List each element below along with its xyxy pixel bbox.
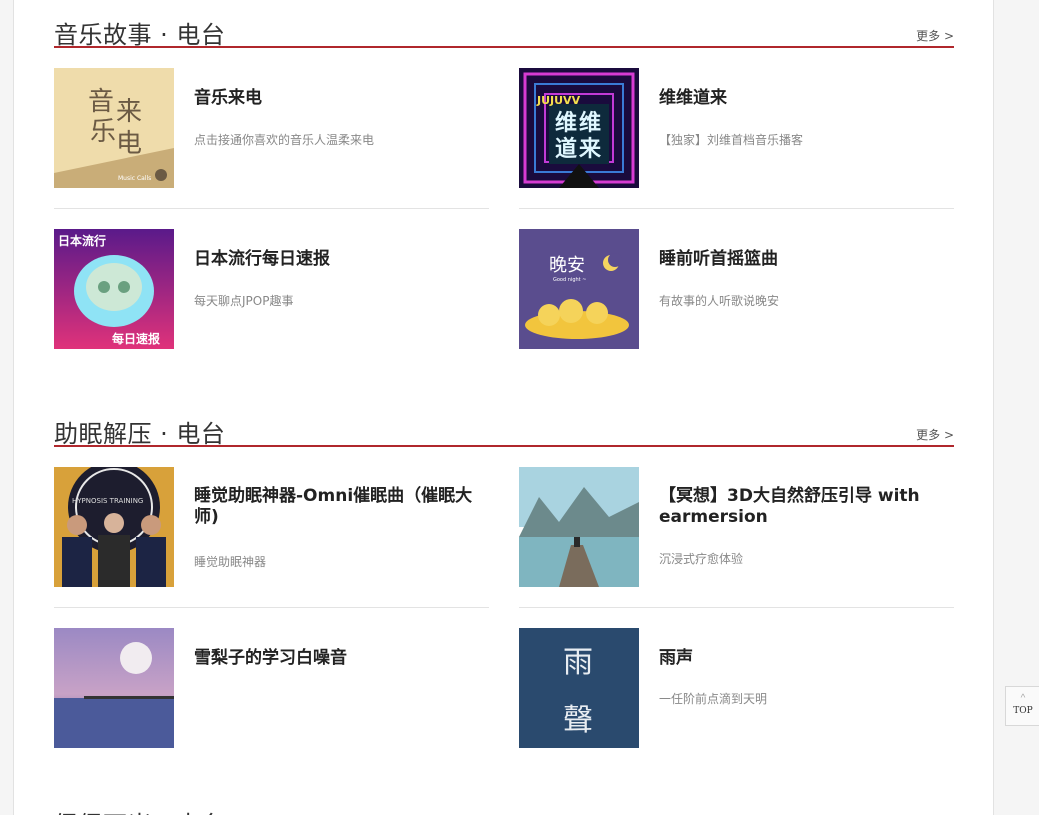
content-panel: 音乐故事 · 电台 更多 > 音 来 乐 电 Music Calls 音乐来电 … — [13, 0, 994, 815]
section-title: 音乐故事 · 电台 — [54, 21, 226, 49]
section-header: 助眠解压 · 电台 更多 > — [54, 407, 954, 448]
thumb-char: 音 — [88, 87, 114, 117]
cover-image[interactable]: 晚安 Good night ~ — [519, 229, 639, 349]
thumb-char: 日本流行 — [58, 233, 106, 248]
list-item[interactable]: HYPNOSIS TRAINING 睡觉助眠神器-Omni催眠曲（催眠大师) 睡… — [54, 467, 489, 608]
item-title[interactable]: 维维道来 — [659, 88, 954, 109]
thumb-caption: HYPNOSIS TRAINING — [72, 497, 143, 505]
thumb-char: 道 — [555, 136, 577, 162]
chevron-up-icon: ^ — [1020, 693, 1026, 704]
item-title[interactable]: 雪梨子的学习白噪音 — [194, 648, 489, 669]
item-title[interactable]: 音乐来电 — [194, 88, 489, 109]
cover-image[interactable] — [54, 628, 174, 748]
thumb-char: 聲 — [563, 703, 593, 738]
section-music-story: 音乐故事 · 电台 更多 > — [54, 8, 954, 49]
top-label: TOP — [1013, 706, 1033, 716]
list-item[interactable]: 雨 聲 雨声 一任阶前点滴到天明 — [519, 628, 954, 768]
item-description: 点击接通你喜欢的音乐人温柔来电 — [194, 133, 375, 147]
cover-image[interactable]: 音 来 乐 电 Music Calls — [54, 68, 174, 188]
item-title[interactable]: 日本流行每日速报 — [194, 249, 489, 270]
item-description: 每天聊点JPOP趣事 — [194, 294, 294, 308]
item-title[interactable]: 睡觉助眠神器-Omni催眠曲（催眠大师) — [194, 486, 489, 528]
item-title[interactable]: 睡前听首摇篮曲 — [659, 249, 954, 270]
cover-image[interactable]: 日本流行 每日速报 — [54, 229, 174, 349]
thumb-char: 乐 — [90, 117, 116, 147]
thumb-char: 维 — [555, 110, 577, 136]
thumb-char: 电 — [116, 129, 142, 159]
cover-image[interactable] — [519, 467, 639, 587]
list-item[interactable]: 【冥想】3D大自然舒压引导 with earmersion 沉浸式疗愈体验 — [519, 467, 954, 608]
thumb-char: 来 — [578, 137, 602, 162]
list-item[interactable]: 日本流行 每日速报 日本流行每日速报 每天聊点JPOP趣事 — [54, 229, 489, 369]
item-description: 【独家】刘维首档音乐播客 — [659, 133, 804, 147]
back-to-top-button[interactable]: ^ TOP — [1005, 686, 1039, 726]
list-item[interactable]: 晚安 Good night ~ 睡前听首摇篮曲 有故事的人听歌说晚安 — [519, 229, 954, 369]
thumb-caption: Good night ~ — [553, 277, 586, 283]
item-description: 睡觉助眠神器 — [194, 555, 267, 569]
thumb-char: 每日速报 — [112, 331, 160, 346]
thumb-char: 雨 — [563, 645, 593, 680]
cover-image[interactable]: HYPNOSIS TRAINING — [54, 467, 174, 587]
thumb-char: 来 — [116, 97, 142, 127]
thumb-caption: JUJUVV — [536, 94, 581, 107]
section-sleep-relax: 助眠解压 · 电台 更多 > — [54, 407, 954, 448]
section-header: 音乐故事 · 电台 更多 > — [54, 8, 954, 49]
cover-image[interactable]: 维 维 道 来 JUJUVV — [519, 68, 639, 188]
thumb-char: 维 — [579, 110, 601, 136]
list-item[interactable]: 雪梨子的学习白噪音 — [54, 628, 489, 768]
more-link[interactable]: 更多 > — [916, 27, 954, 44]
thumb-caption: Music Calls — [118, 175, 151, 182]
cover-image[interactable]: 雨 聲 — [519, 628, 639, 748]
thumb-char: 晚安 — [549, 255, 585, 276]
section-header: 促促下米 · 电台 — [54, 798, 954, 815]
section-title: 促促下米 · 电台 — [54, 805, 225, 815]
list-item[interactable]: 维 维 道 来 JUJUVV 维维道来 【独家】刘维首档音乐播客 — [519, 68, 954, 209]
more-link[interactable]: 更多 > — [916, 426, 954, 443]
item-description: 沉浸式疗愈体验 — [659, 552, 744, 566]
section-title: 助眠解压 · 电台 — [54, 420, 226, 448]
item-description: 一任阶前点滴到天明 — [659, 692, 768, 706]
item-title[interactable]: 雨声 — [659, 648, 954, 669]
item-title[interactable]: 【冥想】3D大自然舒压引导 with earmersion — [659, 486, 954, 528]
list-item[interactable]: 音 来 乐 电 Music Calls 音乐来电 点击接通你喜欢的音乐人温柔来电 — [54, 68, 489, 209]
section-third: 促促下米 · 电台 — [54, 798, 954, 815]
item-description: 有故事的人听歌说晚安 — [659, 294, 780, 308]
